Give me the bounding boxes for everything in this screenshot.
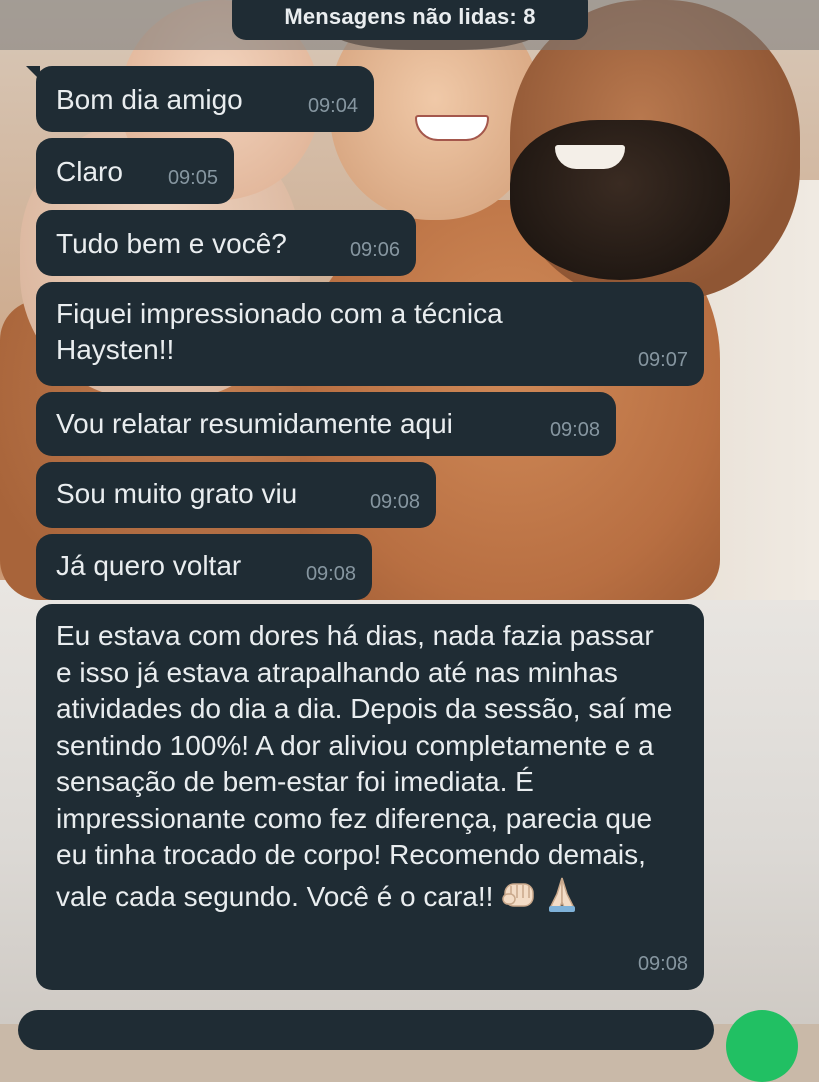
wallpaper-beard: [510, 120, 730, 280]
message-input-bar[interactable]: [18, 1010, 714, 1050]
message-timestamp: 09:08: [305, 563, 356, 585]
unread-messages-label: Mensagens não lidas: 8: [284, 4, 536, 29]
message-bubble[interactable]: Claro 09:05: [36, 138, 234, 204]
message-text: Tudo bem e você?: [56, 228, 287, 259]
message-bubble[interactable]: Bom dia amigo 09:04: [26, 66, 374, 132]
message-text: Sou muito grato viu: [56, 478, 298, 509]
unread-messages-banner: Mensagens não lidas: 8: [232, 0, 588, 40]
voice-send-button[interactable]: [726, 1010, 798, 1082]
message-timestamp: 09:05: [167, 167, 218, 189]
fist-bump-icon: [499, 876, 539, 922]
message-timestamp: 09:07: [637, 349, 688, 371]
message-text: Eu estava com dores há dias, nada fazia …: [56, 618, 676, 923]
message-timestamp: 09:04: [307, 95, 358, 117]
message-timestamp: 09:08: [369, 491, 420, 513]
wallpaper-smile: [555, 145, 625, 169]
message-bubble[interactable]: Vou relatar resumidamente aqui 09:08: [36, 392, 616, 456]
wallpaper-child-smile: [415, 115, 489, 141]
message-text-body: Eu estava com dores há dias, nada fazia …: [56, 620, 673, 912]
message-text: Já quero voltar: [56, 550, 242, 581]
message-text: Claro: [56, 156, 123, 187]
message-text: Vou relatar resumidamente aqui: [56, 408, 453, 439]
message-text: Bom dia amigo: [56, 84, 243, 115]
message-bubble[interactable]: Eu estava com dores há dias, nada fazia …: [36, 604, 704, 990]
praying-hands-icon: [545, 874, 579, 924]
message-timestamp: 09:08: [637, 953, 688, 975]
message-timestamp: 09:06: [349, 239, 400, 261]
message-bubble[interactable]: Tudo bem e você? 09:06: [36, 210, 416, 276]
message-bubble[interactable]: Sou muito grato viu 09:08: [36, 462, 436, 528]
message-bubble[interactable]: Já quero voltar 09:08: [36, 534, 372, 600]
message-bubble[interactable]: Fiquei impressionado com a técnica Hayst…: [36, 282, 704, 386]
message-timestamp: 09:08: [549, 419, 600, 441]
message-text: Fiquei impressionado com a técnica Hayst…: [56, 298, 503, 365]
